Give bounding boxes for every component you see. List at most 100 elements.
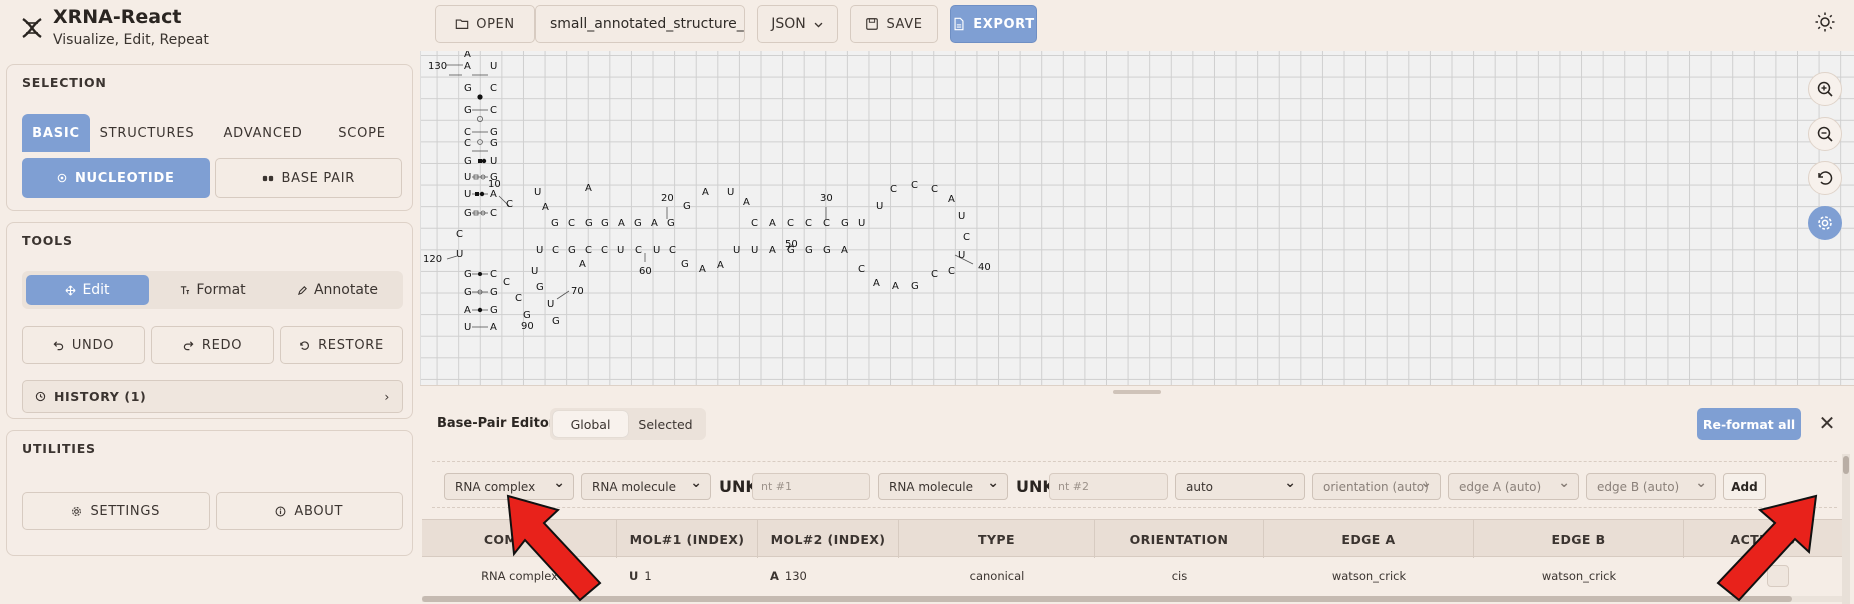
nucleotide[interactable]: G — [464, 156, 472, 167]
nucleotide[interactable]: A — [585, 183, 592, 194]
nt1-input[interactable]: nt #1 — [752, 473, 870, 500]
nucleotide[interactable]: A — [579, 259, 586, 270]
nucleotide[interactable]: G — [490, 287, 498, 298]
tab-basic[interactable]: BASIC — [22, 114, 90, 152]
structure-canvas[interactable]: AAUGCGCCGCGGUUGUAGCCUAAGCGGAGAGGAUACACCC… — [420, 51, 1854, 385]
nucleotide[interactable]: U — [958, 250, 965, 261]
nucleotide[interactable]: A — [699, 264, 706, 275]
nucleotide[interactable]: A — [490, 189, 497, 200]
nucleotide[interactable]: C — [963, 232, 970, 243]
nucleotide[interactable]: U — [751, 245, 758, 256]
nucleotide[interactable]: A — [490, 322, 497, 333]
nucleotide[interactable]: G — [464, 269, 472, 280]
nucleotide[interactable]: A — [464, 61, 471, 72]
nucleotide[interactable]: G — [490, 138, 498, 149]
format-tool-button[interactable]: Format — [151, 275, 274, 305]
nucleotide[interactable]: A — [651, 218, 658, 229]
nucleotide[interactable]: C — [823, 218, 830, 229]
nucleotide[interactable]: C — [490, 83, 497, 94]
zoom-out-button[interactable] — [1808, 117, 1842, 151]
nucleotide[interactable]: U — [456, 249, 463, 260]
about-button[interactable]: ABOUT — [215, 492, 403, 530]
redo-button[interactable]: REDO — [151, 326, 274, 364]
nucleotide[interactable]: A — [618, 218, 625, 229]
nucleotide[interactable]: C — [635, 245, 642, 256]
nucleotide[interactable]: A — [873, 278, 880, 289]
nucleotide[interactable]: G — [667, 218, 675, 229]
nucleotide[interactable]: C — [464, 138, 471, 149]
scope-selected-tab[interactable]: Selected — [628, 411, 703, 437]
nucleotide[interactable]: C — [931, 269, 938, 280]
nucleotide[interactable]: U — [490, 61, 497, 72]
nucleotide[interactable]: A — [717, 260, 724, 271]
nucleotide[interactable]: U — [464, 172, 471, 183]
nucleotide[interactable]: C — [601, 245, 608, 256]
nucleotide[interactable]: G — [551, 218, 559, 229]
nucleotide[interactable]: U — [536, 245, 543, 256]
nucleotide[interactable]: G — [464, 208, 472, 219]
nucleotide[interactable]: G — [552, 316, 560, 327]
nucleotide[interactable]: A — [464, 51, 471, 60]
nucleotide[interactable]: U — [733, 245, 740, 256]
nucleotide[interactable]: A — [542, 202, 549, 213]
nucleotide[interactable]: G — [490, 305, 498, 316]
nucleotide[interactable]: C — [890, 184, 897, 195]
nucleotide[interactable]: U — [958, 211, 965, 222]
nucleotide[interactable]: G — [464, 287, 472, 298]
reformat-all-button[interactable]: Re-format all — [1697, 408, 1801, 440]
nucleotide[interactable]: C — [456, 229, 463, 240]
close-icon[interactable]: ✕ — [1816, 411, 1838, 435]
scope-global-tab[interactable]: Global — [553, 411, 628, 437]
nucleotide[interactable]: G — [601, 218, 609, 229]
nucleotide[interactable]: C — [490, 208, 497, 219]
edit-tool-button[interactable]: Edit — [26, 275, 149, 305]
table-row[interactable]: RNA complex U 1 A 130 canonical cis wats… — [422, 557, 1842, 595]
nucleotide[interactable]: C — [490, 105, 497, 116]
nucleotide[interactable]: U — [490, 156, 497, 167]
molecule2-select[interactable]: RNA molecule — [878, 473, 1008, 500]
nucleotide[interactable]: A — [769, 218, 776, 229]
nucleotide[interactable]: C — [911, 180, 918, 191]
nucleotide[interactable]: U — [876, 201, 883, 212]
nucleotide[interactable]: G — [536, 282, 544, 293]
nucleotide[interactable]: A — [892, 281, 899, 292]
nucleotide[interactable]: G — [823, 245, 831, 256]
nucleotide[interactable]: G — [464, 105, 472, 116]
nucleotide[interactable]: U — [858, 218, 865, 229]
nucleotide[interactable]: U — [464, 322, 471, 333]
zoom-in-button[interactable] — [1808, 72, 1842, 106]
nucleotide[interactable]: U — [464, 189, 471, 200]
edge-b-select[interactable]: edge B (auto) — [1586, 473, 1716, 500]
nucleotide[interactable]: C — [552, 245, 559, 256]
nucleotide[interactable]: G — [568, 245, 576, 256]
nucleotide[interactable]: C — [931, 184, 938, 195]
nucleotide[interactable]: G — [585, 218, 593, 229]
export-button[interactable]: EXPORT — [950, 5, 1037, 43]
nucleotide[interactable]: A — [948, 194, 955, 205]
nucleotide[interactable]: A — [743, 197, 750, 208]
edge-a-select[interactable]: edge A (auto) — [1448, 473, 1579, 500]
settings-button[interactable]: SETTINGS — [22, 492, 210, 530]
orientation-select[interactable]: orientation (auto) — [1312, 473, 1441, 500]
resize-handle[interactable] — [1113, 390, 1161, 394]
nucleotide[interactable]: U — [617, 245, 624, 256]
nucleotide[interactable]: G — [911, 281, 919, 292]
canvas-settings-button[interactable] — [1808, 206, 1842, 240]
nucleotide[interactable]: U — [534, 187, 541, 198]
sun-theme-toggle-icon[interactable] — [1814, 11, 1836, 33]
nucleotide[interactable]: G — [464, 83, 472, 94]
restore-button[interactable]: RESTORE — [280, 326, 403, 364]
nucleotide[interactable]: C — [568, 218, 575, 229]
nucleotide-mode-button[interactable]: NUCLEOTIDE — [22, 158, 210, 198]
nucleotide[interactable]: G — [841, 218, 849, 229]
format-select[interactable]: JSON — [757, 5, 838, 43]
base-pair-mode-button[interactable]: BASE PAIR — [214, 158, 402, 198]
nucleotide[interactable]: C — [503, 277, 510, 288]
nucleotide[interactable]: C — [490, 269, 497, 280]
nucleotide[interactable]: A — [464, 305, 471, 316]
nucleotide[interactable]: G — [634, 218, 642, 229]
nucleotide[interactable]: C — [506, 199, 513, 210]
tab-advanced[interactable]: ADVANCED — [204, 114, 322, 152]
nucleotide[interactable]: U — [531, 266, 538, 277]
nucleotide[interactable]: C — [948, 266, 955, 277]
